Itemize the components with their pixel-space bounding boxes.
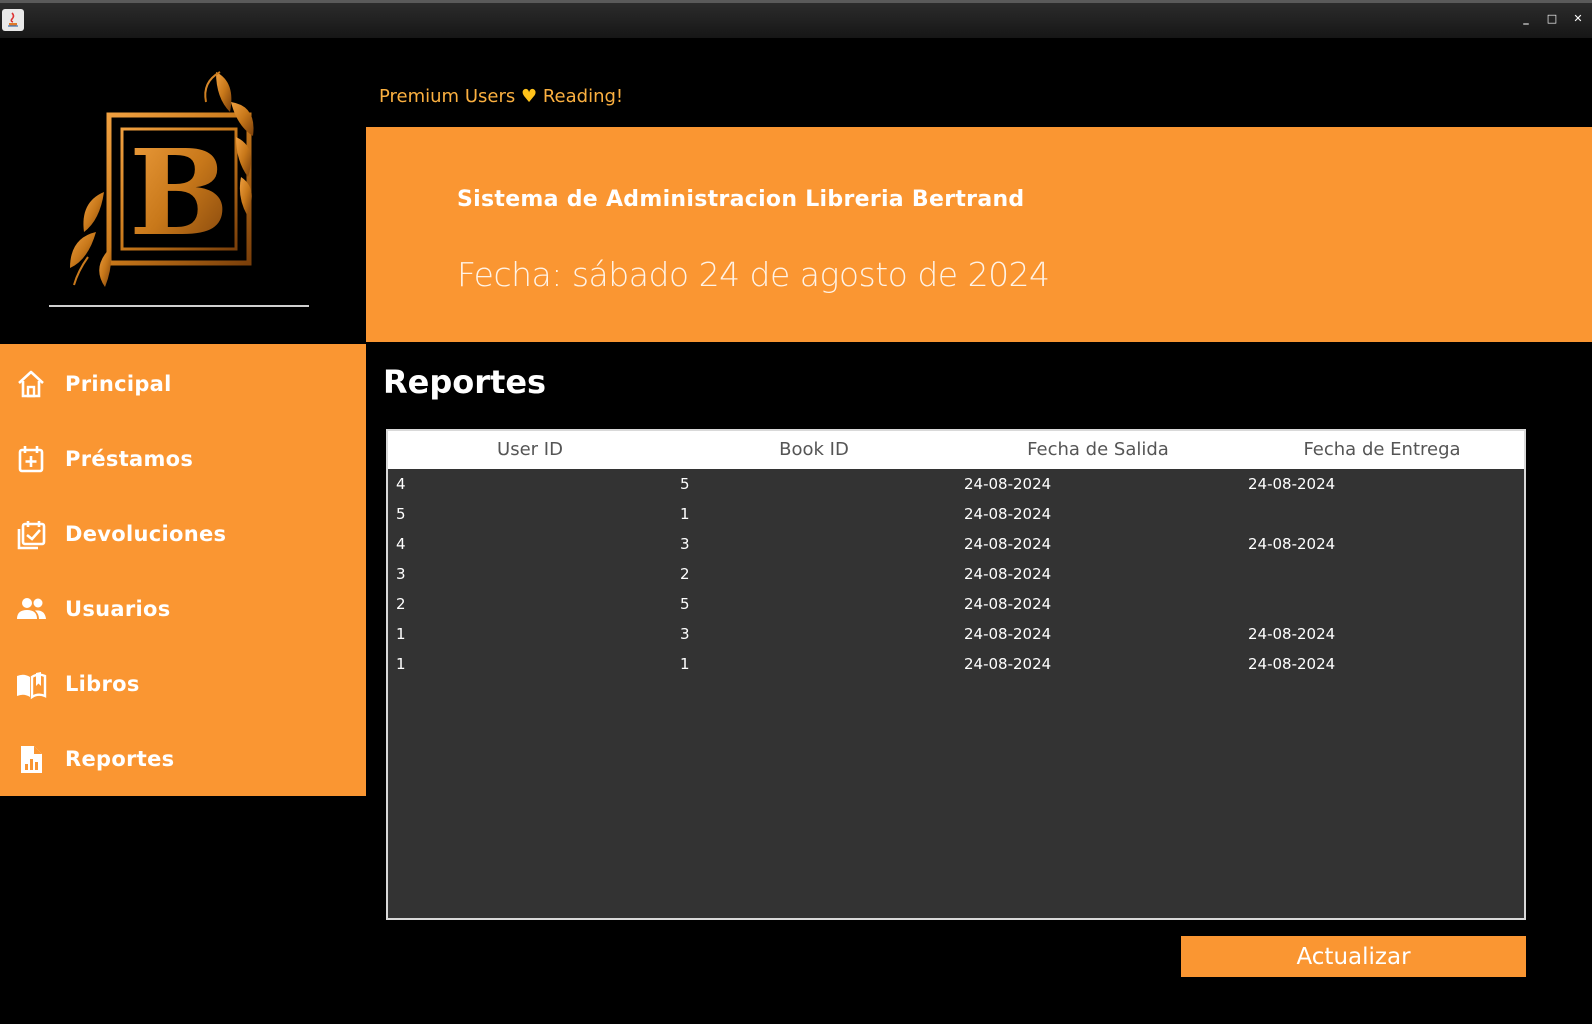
window-titlebar: _ □ ✕ bbox=[0, 0, 1592, 38]
cell-user-id: 4 bbox=[396, 535, 406, 553]
tagline: Premium Users ♥ Reading! bbox=[379, 86, 623, 107]
cell-fecha-salida: 24-08-2024 bbox=[964, 475, 1052, 493]
sidebar-item-label: Préstamos bbox=[65, 447, 194, 471]
sidebar-item-principal[interactable]: Principal bbox=[0, 354, 366, 414]
table-body: 4 5 24-08-2024 24-08-2024 5 1 24-08-2024… bbox=[388, 469, 1524, 679]
cell-book-id: 5 bbox=[680, 595, 690, 613]
app-title: Sistema de Administracion Libreria Bertr… bbox=[457, 187, 1025, 212]
cell-book-id: 3 bbox=[680, 535, 690, 553]
sidebar-item-label: Reportes bbox=[65, 747, 175, 771]
cell-user-id: 2 bbox=[396, 595, 406, 613]
table-row[interactable]: 1 3 24-08-2024 24-08-2024 bbox=[388, 619, 1524, 649]
cell-book-id: 3 bbox=[680, 625, 690, 643]
cell-user-id: 1 bbox=[396, 625, 406, 643]
cell-fecha-salida: 24-08-2024 bbox=[964, 655, 1052, 673]
cell-fecha-salida: 24-08-2024 bbox=[964, 535, 1052, 553]
maximize-icon[interactable]: □ bbox=[1546, 13, 1558, 25]
cell-fecha-salida: 24-08-2024 bbox=[964, 625, 1052, 643]
logo-divider bbox=[49, 305, 309, 307]
cell-book-id: 1 bbox=[680, 505, 690, 523]
table-row[interactable]: 3 2 24-08-2024 bbox=[388, 559, 1524, 589]
cell-book-id: 1 bbox=[680, 655, 690, 673]
cell-user-id: 5 bbox=[396, 505, 406, 523]
bertrand-logo: B bbox=[70, 71, 254, 287]
column-header-user-id[interactable]: User ID bbox=[388, 431, 672, 469]
sidebar-item-libros[interactable]: Libros bbox=[0, 654, 366, 714]
table-row[interactable]: 2 5 24-08-2024 bbox=[388, 589, 1524, 619]
sidebar-item-label: Devoluciones bbox=[65, 522, 227, 546]
sidebar-item-prestamos[interactable]: Préstamos bbox=[0, 429, 366, 489]
tagline-premium-users: Premium Users bbox=[379, 86, 516, 107]
tagline-reading: Reading! bbox=[542, 86, 624, 107]
sidebar-item-label: Principal bbox=[65, 372, 172, 396]
sidebar-item-label: Libros bbox=[65, 672, 140, 696]
java-app-icon bbox=[2, 9, 24, 31]
cell-fecha-salida: 24-08-2024 bbox=[964, 565, 1052, 583]
cell-fecha-entrega: 24-08-2024 bbox=[1248, 655, 1336, 673]
table-row[interactable]: 4 5 24-08-2024 24-08-2024 bbox=[388, 469, 1524, 499]
page-title: Reportes bbox=[383, 363, 547, 401]
cell-book-id: 5 bbox=[680, 475, 690, 493]
cell-book-id: 2 bbox=[680, 565, 690, 583]
column-header-book-id[interactable]: Book ID bbox=[672, 431, 956, 469]
table-header: User ID Book ID Fecha de Salida Fecha de… bbox=[388, 431, 1524, 469]
cell-user-id: 3 bbox=[396, 565, 406, 583]
cell-fecha-salida: 24-08-2024 bbox=[964, 505, 1052, 523]
sidebar-item-devoluciones[interactable]: Devoluciones bbox=[0, 504, 366, 564]
calendar-check-icon bbox=[17, 521, 46, 550]
reports-table[interactable]: User ID Book ID Fecha de Salida Fecha de… bbox=[386, 429, 1526, 920]
close-icon[interactable]: ✕ bbox=[1572, 13, 1584, 25]
report-icon bbox=[21, 746, 42, 773]
svg-text:B: B bbox=[129, 123, 229, 262]
cell-user-id: 4 bbox=[396, 475, 406, 493]
sidebar-item-reportes[interactable]: Reportes bbox=[0, 729, 366, 789]
table-row[interactable]: 1 1 24-08-2024 24-08-2024 bbox=[388, 649, 1524, 679]
logo-panel: B bbox=[0, 38, 366, 344]
current-date: Fecha: sábado 24 de agosto de 2024 bbox=[457, 255, 1050, 294]
column-header-fecha-entrega[interactable]: Fecha de Entrega bbox=[1240, 431, 1524, 469]
calendar-plus-icon bbox=[18, 446, 44, 473]
heart-icon: ♥ bbox=[520, 86, 538, 107]
refresh-button[interactable]: Actualizar bbox=[1181, 936, 1526, 977]
sidebar-item-usuarios[interactable]: Usuarios bbox=[0, 579, 366, 639]
users-icon bbox=[17, 598, 46, 619]
sidebar-item-label: Usuarios bbox=[65, 597, 171, 621]
cell-user-id: 1 bbox=[396, 655, 406, 673]
table-row[interactable]: 5 1 24-08-2024 bbox=[388, 499, 1524, 529]
minimize-icon[interactable]: _ bbox=[1520, 13, 1532, 25]
header-banner: Sistema de Administracion Libreria Bertr… bbox=[366, 127, 1592, 342]
sidebar: Principal Préstamos Devoluciones Usuario… bbox=[0, 344, 366, 796]
book-icon bbox=[17, 672, 47, 700]
cell-fecha-salida: 24-08-2024 bbox=[964, 595, 1052, 613]
column-header-fecha-salida[interactable]: Fecha de Salida bbox=[956, 431, 1240, 469]
home-icon bbox=[18, 370, 44, 398]
table-row[interactable]: 4 3 24-08-2024 24-08-2024 bbox=[388, 529, 1524, 559]
cell-fecha-entrega: 24-08-2024 bbox=[1248, 475, 1336, 493]
cell-fecha-entrega: 24-08-2024 bbox=[1248, 625, 1336, 643]
cell-fecha-entrega: 24-08-2024 bbox=[1248, 535, 1336, 553]
